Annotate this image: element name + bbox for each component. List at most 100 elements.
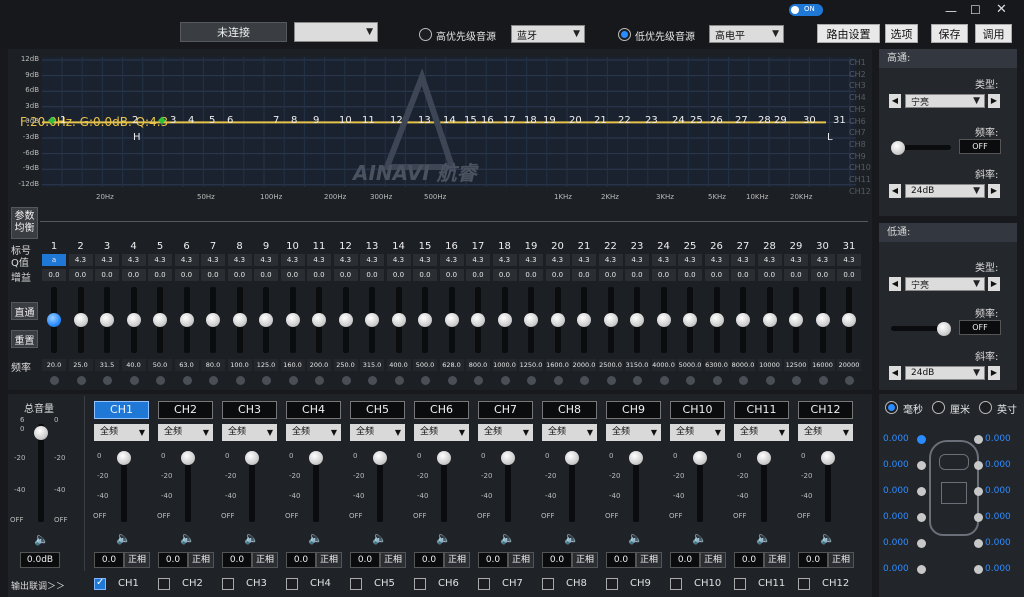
delay-value[interactable]: 0.000	[883, 564, 909, 574]
band-link-dot[interactable]	[606, 376, 616, 385]
band-link-dot[interactable]	[845, 376, 854, 385]
band-gain-knob[interactable]	[497, 313, 512, 327]
band-freq-value[interactable]: 125.0	[254, 359, 278, 371]
recall-button[interactable]: 调用	[975, 24, 1012, 43]
band-gain-value[interactable]: 0.0	[201, 269, 225, 281]
highpass-freq-value[interactable]: OFF	[959, 139, 1001, 154]
output-link-label[interactable]: 输出联调＞＞	[11, 579, 65, 592]
channel-phase-button[interactable]: 正相	[124, 552, 150, 568]
band-marker[interactable]: 12	[390, 115, 403, 126]
band-link-dot[interactable]	[209, 376, 218, 385]
band-freq-value[interactable]: 10000	[757, 359, 782, 371]
delay-value[interactable]: 0.000	[883, 434, 909, 444]
delay-dot[interactable]	[974, 435, 983, 444]
band-link-dot[interactable]	[394, 376, 404, 385]
graph-channel-label[interactable]: CH7	[849, 128, 866, 137]
band-gain-value[interactable]: 0.0	[333, 269, 358, 281]
band-freq-value[interactable]: 8000.0	[731, 359, 755, 371]
channel-gain-value[interactable]: 0.0	[350, 552, 380, 568]
band-q-value[interactable]: 4.3	[307, 254, 331, 266]
speaker-icon[interactable]: 🔈	[180, 531, 195, 545]
channel-phase-button[interactable]: 正相	[380, 552, 406, 568]
output-link-checkbox[interactable]	[158, 578, 170, 590]
speaker-icon[interactable]: 🔈	[564, 531, 579, 545]
delay-dot[interactable]	[974, 513, 983, 522]
band-q-value[interactable]: 4.3	[598, 254, 623, 266]
band-gain-value[interactable]: 0.0	[466, 269, 490, 281]
graph-channel-label[interactable]: CH5	[849, 105, 866, 114]
channel-volume-knob[interactable]	[181, 451, 195, 465]
band-marker[interactable]: 20	[569, 115, 582, 126]
channel-gain-value[interactable]: 0.0	[734, 552, 764, 568]
speaker-icon[interactable]: 🔈	[436, 531, 451, 545]
delay-value[interactable]: 0.000	[883, 512, 909, 522]
band-gain-knob[interactable]	[471, 313, 485, 327]
output-link-checkbox[interactable]	[606, 578, 618, 590]
band-gain-value[interactable]: 0.0	[413, 269, 437, 281]
band-link-dot[interactable]	[288, 376, 298, 385]
band-gain-value[interactable]: 0.0	[757, 269, 782, 281]
band-marker[interactable]: 28	[758, 115, 771, 126]
output-link-checkbox[interactable]	[798, 578, 810, 590]
output-link-checkbox[interactable]	[670, 578, 682, 590]
band-gain-knob[interactable]	[73, 313, 88, 327]
straight-button[interactable]: 直通	[11, 302, 38, 320]
band-freq-value[interactable]: 12500	[784, 359, 808, 371]
band-link-dot[interactable]	[633, 376, 642, 385]
channel-phase-button[interactable]: 正相	[700, 552, 726, 568]
output-link-checkbox[interactable]	[222, 578, 234, 590]
band-gain-value[interactable]: 0.0	[731, 269, 755, 281]
band-gain-knob[interactable]	[206, 313, 220, 327]
band-gain-value[interactable]: 0.0	[280, 269, 305, 281]
band-gain-knob[interactable]	[683, 313, 697, 327]
band-q-value[interactable]: 4.3	[519, 254, 543, 266]
graph-channel-label[interactable]: CH12	[849, 187, 871, 196]
band-gain-knob[interactable]	[418, 313, 432, 327]
band-q-value[interactable]: 4.3	[174, 254, 199, 266]
band-marker[interactable]: 11	[362, 115, 375, 126]
speaker-icon[interactable]: 🔈	[372, 531, 387, 545]
channel-mode-select[interactable]: 全频 ▼	[734, 424, 789, 441]
master-volume-value[interactable]: 0.0dB	[20, 552, 60, 568]
graph-channel-label[interactable]: CH11	[849, 175, 871, 184]
lowpass-freq-knob[interactable]	[937, 322, 951, 336]
master-volume-knob[interactable]	[34, 426, 48, 440]
band-marker[interactable]: 29	[774, 115, 787, 126]
channel-button[interactable]: CH1	[94, 401, 149, 419]
maximize-icon[interactable]: ☐	[970, 3, 981, 17]
graph-channel-label[interactable]: CH3	[849, 81, 866, 90]
channel-phase-button[interactable]: 正相	[444, 552, 470, 568]
highpass-slope-next-icon[interactable]: ▶	[988, 184, 1000, 198]
band-gain-knob[interactable]	[47, 313, 61, 327]
band-gain-knob[interactable]	[736, 313, 750, 327]
reset-button[interactable]: 重置	[11, 330, 38, 348]
band-gain-knob[interactable]	[550, 313, 565, 327]
band-gain-knob[interactable]	[232, 313, 247, 327]
band-q-value[interactable]: 4.3	[492, 254, 517, 266]
band-link-dot[interactable]	[500, 376, 510, 385]
channel-button[interactable]: CH2	[158, 401, 213, 419]
speaker-icon[interactable]: 🔈	[244, 531, 259, 545]
band-freq-value[interactable]: 3150.0	[625, 359, 649, 371]
channel-mode-select[interactable]: 全频 ▼	[94, 424, 149, 441]
band-link-dot[interactable]	[765, 376, 775, 385]
channel-button[interactable]: CH8	[542, 401, 597, 419]
channel-mode-select[interactable]: 全频 ▼	[542, 424, 597, 441]
band-gain-knob[interactable]	[842, 313, 856, 327]
channel-mode-select[interactable]: 全频 ▼	[158, 424, 213, 441]
band-q-value[interactable]: 4.3	[254, 254, 278, 266]
speaker-icon[interactable]: 🔈	[820, 531, 835, 545]
graph-channel-label[interactable]: CH8	[849, 140, 866, 149]
band-link-dot[interactable]	[659, 376, 669, 385]
delay-dot[interactable]	[974, 565, 983, 574]
band-marker[interactable]: 26	[710, 115, 723, 126]
band-gain-knob[interactable]	[285, 313, 300, 327]
band-gain-value[interactable]: 0.0	[227, 269, 252, 281]
band-gain-knob[interactable]	[444, 313, 459, 327]
band-marker[interactable]: 18	[524, 115, 537, 126]
lowpass-freq-value[interactable]: OFF	[959, 320, 1001, 335]
delay-dot[interactable]	[917, 565, 926, 574]
channel-mode-select[interactable]: 全频 ▼	[478, 424, 533, 441]
delay-dot[interactable]	[974, 487, 983, 496]
lowpass-next-icon[interactable]: ▶	[988, 277, 1000, 291]
